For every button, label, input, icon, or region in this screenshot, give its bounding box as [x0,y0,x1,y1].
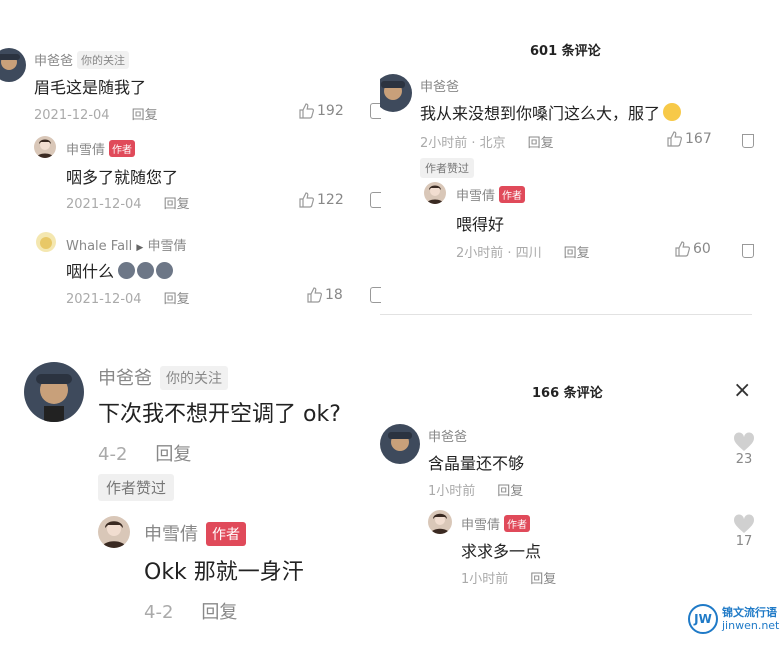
thumbs-up-icon [299,103,314,119]
like-button[interactable]: 122 [298,192,344,208]
author-badge: 作者 [504,515,531,532]
thumbs-up-icon [667,131,682,147]
heart-icon [733,514,755,533]
comment-time: 1小时前 [461,572,509,587]
reply-button[interactable]: 回复 [497,484,523,499]
like-count: 122 [317,192,344,208]
avatar[interactable] [428,510,452,534]
reply-button[interactable]: 回复 [530,572,556,587]
comment-count-title: 166 条评论 [532,386,603,401]
commenter-name[interactable]: 申爸爸 [98,368,152,389]
following-tag: 你的关注 [77,51,130,69]
comment-text: 求求多一点 [461,542,542,561]
relieved-face-emoji-icon [663,103,682,121]
avatar[interactable] [380,74,412,112]
watermark: JW 锦文流行语 jinwen.net [688,604,779,634]
commenter-name[interactable]: 申雪倩 [461,518,500,533]
like-button[interactable]: 18 [306,287,343,303]
like-count: 18 [325,287,343,303]
thumbs-up-icon [299,192,314,208]
avatar[interactable] [424,182,446,204]
like-button[interactable]: 23 [732,432,756,467]
comment-text: 眉毛这是随我了 [34,78,147,97]
following-tag: 你的关注 [160,366,228,390]
like-count: 23 [735,452,753,467]
avatar[interactable] [380,424,420,464]
comment-date: 4-2 [144,602,174,623]
reply-button[interactable]: 回复 [564,246,590,261]
close-icon[interactable]: × [733,378,751,403]
reply-arrow-icon: ▶ [136,243,144,253]
comment-date: 2021-12-04 [66,292,142,307]
avatar[interactable] [36,232,56,252]
like-button[interactable]: 192 [298,103,344,119]
comment-text: 咽多了就随您了 [66,168,179,187]
author-badge: 作者 [206,522,246,546]
like-button[interactable]: 17 [732,514,756,549]
reply-button[interactable]: 回复 [201,602,237,623]
like-button[interactable]: 167 [666,131,712,147]
comment-time: 1小时前 [428,484,476,499]
avatar[interactable] [98,516,130,548]
comment-date: 4-2 [98,444,128,465]
like-count: 60 [693,241,711,257]
avatar[interactable] [34,136,56,158]
avatar[interactable] [0,48,26,82]
author-badge: 作者 [109,140,136,157]
watermark-logo: JW [688,604,718,634]
avatar[interactable] [24,362,84,422]
comment-time-location: 2小时前 · 四川 [456,246,542,261]
commenter-name[interactable]: Whale Fall [66,239,132,254]
comment-time-location: 2小时前 · 北京 [420,136,506,151]
like-count: 17 [735,534,753,549]
like-count: 167 [685,131,712,147]
comment-text: 咽什么 [66,262,115,281]
divider [380,314,752,315]
like-button[interactable]: 60 [674,241,711,257]
comment-panel-bottom-right: 166 条评论 × 申爸爸 含晶量还不够 1小时前 回复 23 申雪倩 作者 求求多… [378,370,778,600]
comment-date: 2021-12-04 [34,108,110,123]
comment-text: 喂得好 [456,215,505,234]
thumbs-up-icon [307,287,322,303]
comment-text: 我从来没想到你嗓门这么大，服了 [420,104,661,123]
comment-text: 下次我不想开空调了 ok? [98,402,341,427]
commenter-name[interactable]: 申爸爸 [34,54,73,69]
comment-text: 含晶量还不够 [428,454,525,473]
dislike-icon[interactable] [742,244,754,258]
emoji-icon [118,261,136,279]
liked-by-author-tag: 作者赞过 [420,158,474,178]
comment-text: Okk 那就一身汗 [144,560,304,585]
dislike-icon[interactable] [742,134,754,148]
reply-button[interactable]: 回复 [164,292,190,307]
comment-count-title: 601 条评论 [530,44,601,59]
watermark-line1: 锦文流行语 [722,606,777,619]
commenter-name[interactable]: 申雪倩 [144,524,198,545]
reply-button[interactable]: 回复 [164,197,190,212]
heart-icon [733,432,755,451]
liked-by-author-tag: 作者赞过 [98,474,175,501]
comment-panel-top-left: 申爸爸 你的关注 眉毛这是随我了 2021-12-04 回复 192 申雪倩 作者 咽… [0,36,385,311]
reply-button[interactable]: 回复 [528,136,554,151]
author-badge: 作者 [499,186,526,203]
reply-button[interactable]: 回复 [155,444,191,465]
emoji-icon [137,261,155,279]
commenter-name[interactable]: 申爸爸 [420,76,459,95]
comment-panel-top-right: 601 条评论 申爸爸 我从来没想到你嗓门这么大，服了 2小时前 · 北京 回复 … [380,30,781,320]
watermark-line2: jinwen.net [722,619,780,632]
commenter-name[interactable]: 申雪倩 [66,143,105,158]
reply-target-name[interactable]: 申雪倩 [147,239,186,254]
comment-panel-bottom-left: 申爸爸 你的关注 下次我不想开空调了 ok? 4-2 回复 作者赞过 申雪倩 作者 O… [0,350,380,645]
commenter-name[interactable]: 申雪倩 [456,189,495,204]
commenter-name[interactable]: 申爸爸 [428,426,467,445]
reply-button[interactable]: 回复 [132,108,158,123]
emoji-icon [156,261,174,279]
comment-date: 2021-12-04 [66,197,142,212]
thumbs-up-icon [675,241,690,257]
like-count: 192 [317,103,344,119]
